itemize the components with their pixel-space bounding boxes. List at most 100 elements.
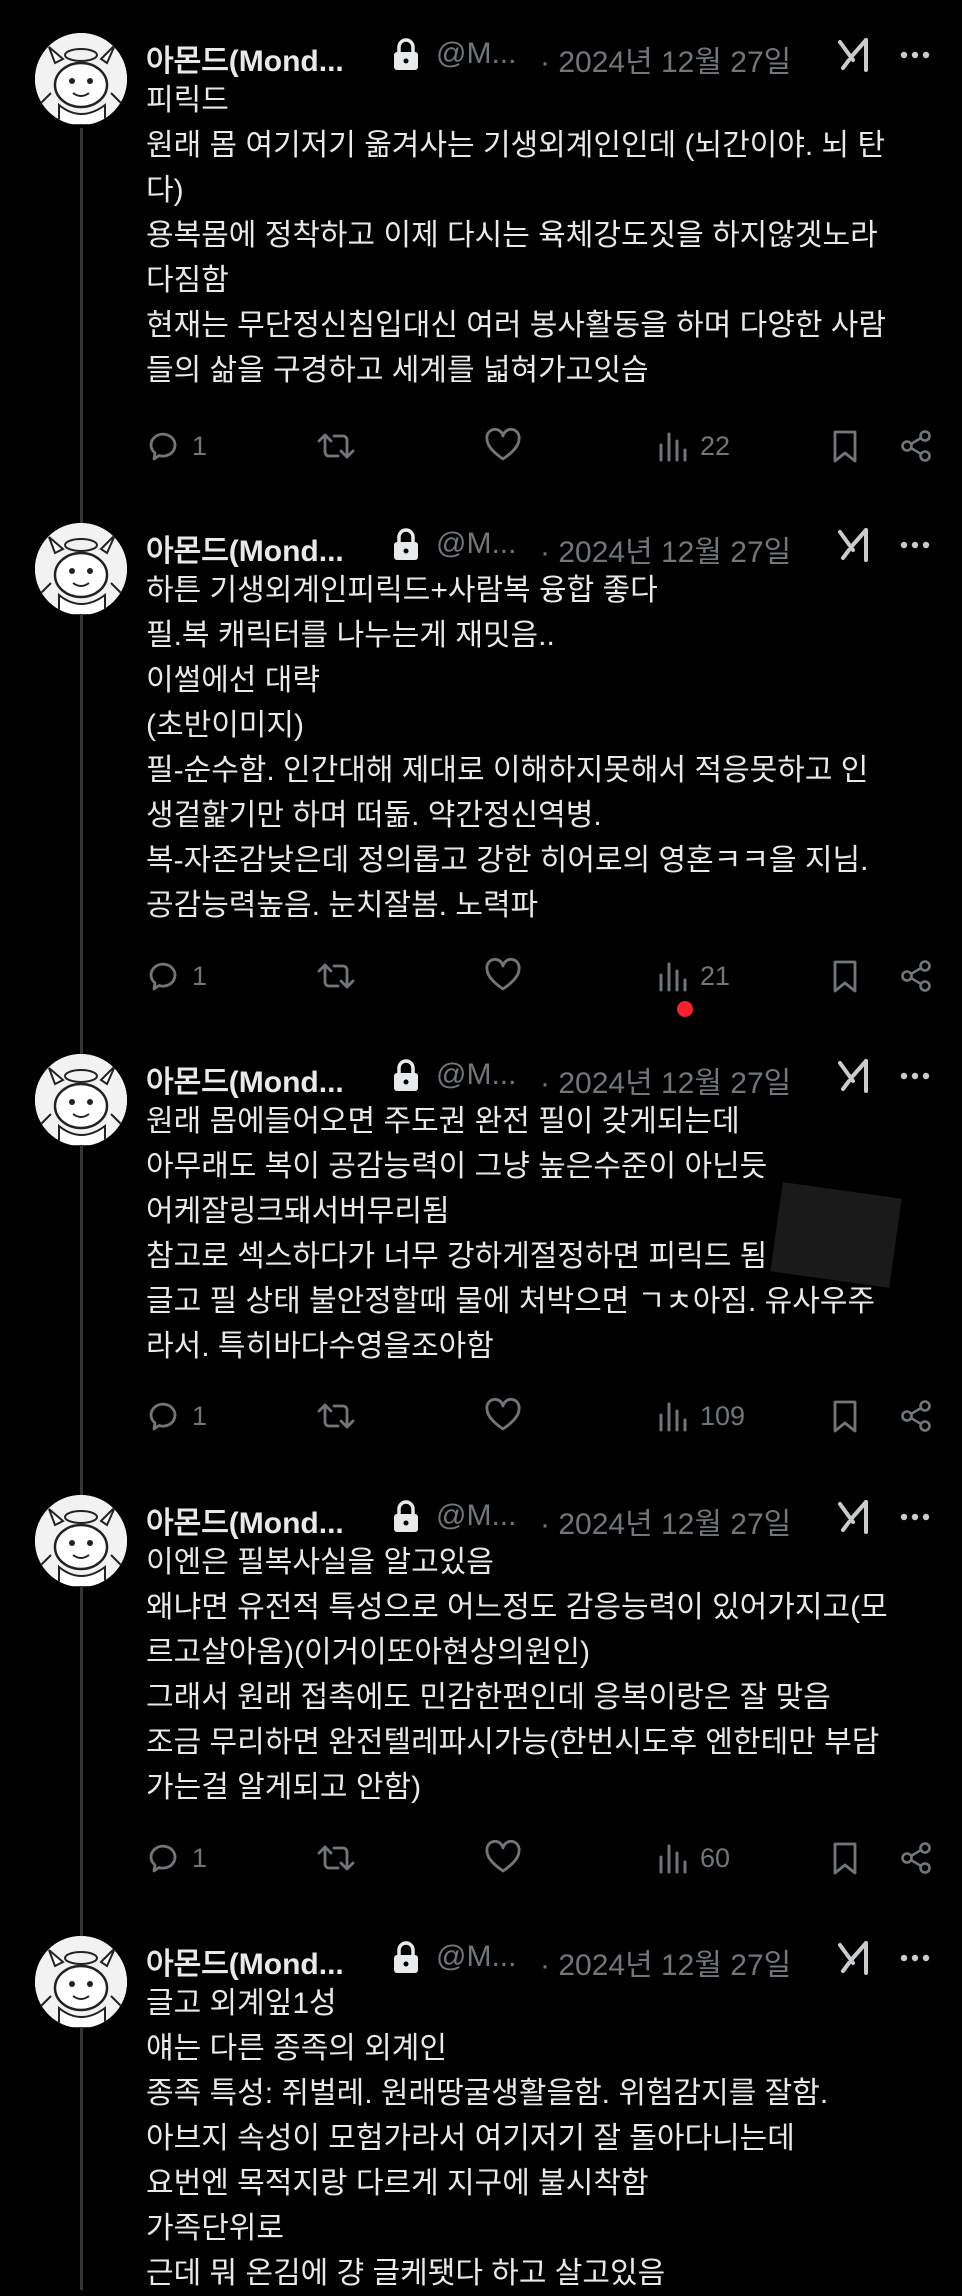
repost-button[interactable] bbox=[316, 1394, 356, 1438]
notification-dot bbox=[677, 1001, 693, 1017]
view-count: 109 bbox=[700, 1400, 746, 1431]
avatar[interactable] bbox=[35, 1054, 127, 1146]
views-button[interactable]: 109 bbox=[656, 1394, 745, 1438]
tweet-text-line: 그래서 원래 접촉에도 민감한편인데 응복이랑은 잘 맞음 bbox=[146, 1681, 831, 1714]
tweet-text-line: 다짐함 bbox=[146, 264, 229, 297]
author-name[interactable]: 아몬드(Mond... bbox=[146, 1498, 344, 1542]
bookmark-button[interactable] bbox=[828, 954, 862, 998]
tweet-text-line: 하튼 기생외계인피릭드+사람복 융합 좋다 bbox=[146, 574, 658, 607]
share-button[interactable] bbox=[898, 1836, 934, 1880]
views-icon bbox=[656, 428, 690, 464]
bookmark-icon bbox=[828, 1840, 862, 1876]
share-icon bbox=[898, 958, 934, 994]
author-handle[interactable]: @M... bbox=[436, 527, 516, 561]
post-date[interactable]: · 2024년 12월 27일 bbox=[540, 37, 791, 81]
tweet-text-line: 원래 몸 여기저기 옮겨사는 기생외계인인데 (뇌간이야. 뇌 탄 bbox=[146, 129, 886, 162]
tweet-text-line: 피릭드 bbox=[146, 84, 229, 117]
author-name[interactable]: 아몬드(Mond... bbox=[146, 36, 344, 80]
lock-icon bbox=[391, 38, 421, 72]
views-icon bbox=[656, 1398, 690, 1434]
author-name[interactable]: 아몬드(Mond... bbox=[146, 1939, 344, 1983]
tweet-text-line: 르고살아옴)(이거이또아현상의원인) bbox=[146, 1636, 590, 1669]
reply-button[interactable]: 1 bbox=[146, 1394, 207, 1438]
bookmark-icon bbox=[828, 428, 862, 464]
reply-count: 1 bbox=[192, 1400, 208, 1431]
tweet-text-line: 현재는 무단정신침입대신 여러 봉사활동을 하며 다양한 사람 bbox=[146, 309, 887, 342]
avatar[interactable] bbox=[35, 523, 127, 615]
views-button[interactable]: 60 bbox=[656, 1836, 730, 1880]
bookmark-icon bbox=[828, 1398, 862, 1434]
tweet-text-line: 요번엔 목적지랑 다르게 지구에 불시착함 bbox=[146, 2167, 649, 2200]
views-icon bbox=[656, 1840, 690, 1876]
author-handle[interactable]: @M... bbox=[436, 1499, 516, 1533]
like-button[interactable] bbox=[484, 1836, 522, 1880]
lock-icon bbox=[391, 1941, 421, 1975]
tweet-text-line: 라서. 특히바다수영을조아함 bbox=[146, 1330, 494, 1363]
share-button[interactable] bbox=[898, 1394, 934, 1438]
tweet-text-line: 다) bbox=[146, 174, 184, 207]
more-icon[interactable] bbox=[895, 1057, 935, 1095]
like-button[interactable] bbox=[484, 424, 522, 468]
grok-icon[interactable] bbox=[836, 1498, 874, 1536]
tweet-header: 아몬드(Mond... @M... · 2024년 12월 27일 bbox=[146, 30, 936, 80]
like-button[interactable] bbox=[484, 954, 522, 998]
bookmark-icon bbox=[828, 958, 862, 994]
repost-button[interactable] bbox=[316, 1836, 356, 1880]
tweet-text-line: 글고 외계잎1성 bbox=[146, 1987, 337, 2020]
grok-icon[interactable] bbox=[836, 1057, 874, 1095]
bookmark-button[interactable] bbox=[828, 1394, 862, 1438]
avatar[interactable] bbox=[35, 1495, 127, 1587]
grok-icon[interactable] bbox=[836, 526, 874, 564]
more-icon[interactable] bbox=[895, 1939, 935, 1977]
reply-button[interactable]: 1 bbox=[146, 424, 207, 468]
reply-button[interactable]: 1 bbox=[146, 1836, 207, 1880]
like-icon bbox=[484, 958, 522, 994]
reply-count: 1 bbox=[192, 960, 208, 991]
more-icon[interactable] bbox=[895, 1498, 935, 1536]
bookmark-button[interactable] bbox=[828, 1836, 862, 1880]
author-name[interactable]: 아몬드(Mond... bbox=[146, 1057, 344, 1101]
reply-icon bbox=[146, 1840, 182, 1876]
tweet-text-line: 왜냐면 유전적 특성으로 어느정도 감응능력이 있어가지고(모 bbox=[146, 1591, 888, 1624]
tweet-text: 피릭드원래 몸 여기저기 옮겨사는 기생외계인인데 (뇌간이야. 뇌 탄다) 용복… bbox=[146, 78, 936, 393]
tweet-text-line: 가는걸 알게되고 안함) bbox=[146, 1771, 422, 1804]
post-date[interactable]: · 2024년 12월 27일 bbox=[540, 1940, 791, 1984]
author-name[interactable]: 아몬드(Mond... bbox=[146, 526, 344, 570]
tweet-text-line: 얘는 다른 종족의 외계인 bbox=[146, 2032, 448, 2065]
repost-button[interactable] bbox=[316, 424, 356, 468]
post-date[interactable]: · 2024년 12월 27일 bbox=[540, 1058, 791, 1102]
lock-icon bbox=[391, 1059, 421, 1093]
grok-icon[interactable] bbox=[836, 36, 874, 74]
reply-count: 1 bbox=[192, 430, 208, 461]
tweet-text-line: 공감능력높음. 눈치잘봄. 노력파 bbox=[146, 889, 539, 922]
post-date[interactable]: · 2024년 12월 27일 bbox=[540, 527, 791, 571]
views-button[interactable]: 22 bbox=[656, 424, 730, 468]
tweet-text-line: 이엔은 필복사실을 알고있음 bbox=[146, 1546, 494, 1579]
author-handle[interactable]: @M... bbox=[436, 37, 516, 71]
more-icon[interactable] bbox=[895, 526, 935, 564]
tweet-text-line: 원래 몸에들어오면 주도권 완전 필이 갖게되는데 bbox=[146, 1105, 740, 1138]
tweet-text-line: 가족단위로 bbox=[146, 2212, 284, 2245]
share-button[interactable] bbox=[898, 424, 934, 468]
tweet-text-line: 용복몸에 정착하고 이제 다시는 육체강도짓을 하지않겟노라 bbox=[146, 219, 878, 252]
author-handle[interactable]: @M... bbox=[436, 1058, 516, 1092]
post-date[interactable]: · 2024년 12월 27일 bbox=[540, 1499, 791, 1543]
action-bar: 1 bbox=[146, 424, 946, 468]
views-icon bbox=[656, 958, 690, 994]
repost-button[interactable] bbox=[316, 954, 356, 998]
author-handle[interactable]: @M... bbox=[436, 1940, 516, 1974]
action-bar: 1 bbox=[146, 1394, 946, 1438]
grok-icon[interactable] bbox=[836, 1939, 874, 1977]
views-button[interactable]: 21 bbox=[656, 954, 730, 998]
more-icon[interactable] bbox=[895, 36, 935, 74]
share-button[interactable] bbox=[898, 954, 934, 998]
bookmark-button[interactable] bbox=[828, 424, 862, 468]
avatar[interactable] bbox=[35, 33, 127, 125]
tweet-text: 하튼 기생외계인피릭드+사람복 융합 좋다 필.복 캐릭터를 나누는게 재밋음..… bbox=[146, 568, 936, 928]
like-button[interactable] bbox=[484, 1394, 522, 1438]
avatar[interactable] bbox=[35, 1936, 127, 2028]
tweet-text-line: 아무래도 복이 공감능력이 그냥 높은수준이 아닌듯 bbox=[146, 1150, 768, 1183]
reply-button[interactable]: 1 bbox=[146, 954, 207, 998]
redaction-patch bbox=[770, 1182, 902, 1288]
tweet-text-line: 들의 삶을 구경하고 세계를 넓혀가고잇슴 bbox=[146, 354, 649, 387]
